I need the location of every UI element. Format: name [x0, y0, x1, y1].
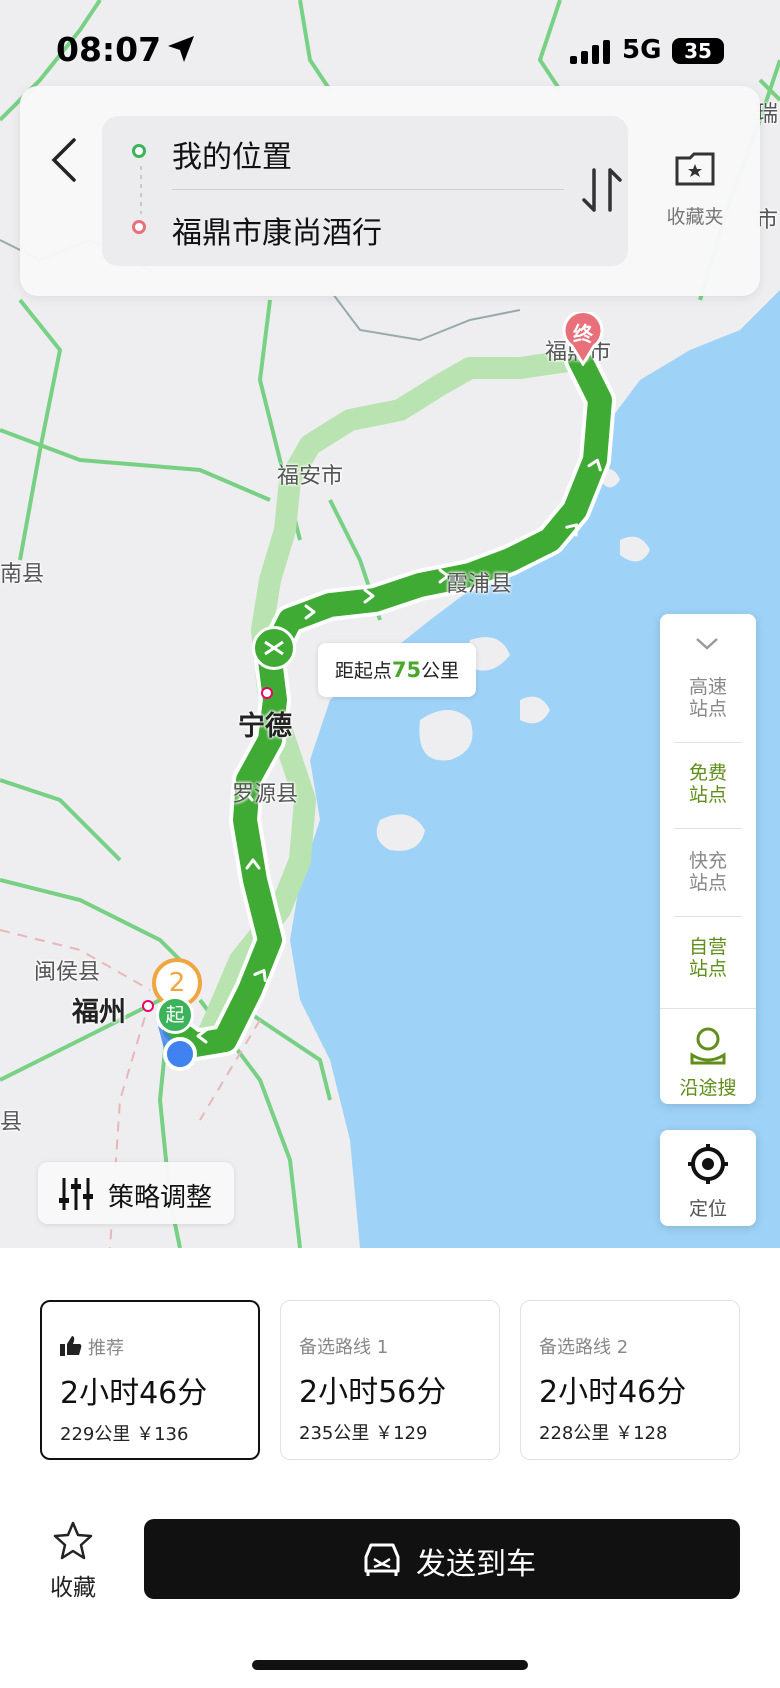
origin-field[interactable]: 我的位置: [102, 116, 628, 186]
home-indicator: [252, 1660, 528, 1670]
route-options-sheet: 推荐 2小时46分 229公里 ￥136 备选路线 1 2小时56分 235公里…: [0, 1248, 780, 1688]
divider: [172, 189, 564, 190]
collapse-chevron-icon[interactable]: [694, 636, 720, 652]
swap-icon[interactable]: [578, 162, 626, 218]
folder-star-icon: [675, 152, 715, 186]
collect-label: 收藏: [50, 1575, 96, 1601]
distance-unit: 公里: [421, 660, 460, 682]
status-time: 08:07: [56, 30, 162, 69]
location-arrow-icon: [168, 36, 194, 62]
route-tag: 推荐: [88, 1338, 124, 1359]
search-along-icon: [690, 1027, 726, 1065]
back-icon[interactable]: [44, 130, 84, 190]
car-icon: [364, 1543, 400, 1576]
strategy-adjust-button[interactable]: 策略调整: [38, 1162, 234, 1224]
distance-value: 75: [391, 658, 422, 682]
route-option-alt-2[interactable]: 备选路线 2 2小时46分 228公里 ￥128: [520, 1300, 740, 1460]
origin-dot-icon: [132, 144, 146, 158]
network-type: 5G: [622, 35, 662, 65]
search-along-route-button[interactable]: 沿途搜: [660, 1008, 756, 1104]
star-icon: [53, 1521, 93, 1560]
battery-icon: 35: [672, 38, 724, 64]
map-label-minhou: 闽侯县: [34, 960, 101, 985]
poi-filter-panel: 高速 站点 免费 站点 快充 站点 自营 站点 沿途搜: [660, 614, 756, 1104]
route-fields: 我的位置 福鼎市康尚酒行: [102, 116, 628, 266]
distance-prefix: 距起点: [334, 660, 392, 682]
crosshair-icon: [688, 1144, 728, 1184]
route-option-alt-1[interactable]: 备选路线 1 2小时56分 235公里 ￥129: [280, 1300, 500, 1460]
signal-icon: [570, 40, 610, 64]
map-label-fuan: 福安市: [277, 464, 344, 489]
collect-button[interactable]: 收藏: [40, 1518, 106, 1601]
destination-dot-icon: [132, 220, 146, 234]
status-bar: 08:07 5G 35: [0, 0, 780, 80]
locate-label: 定位: [688, 1198, 727, 1220]
sliders-icon: [59, 1178, 93, 1210]
route-search-card: 我的位置 福鼎市康尚酒行 收藏夹: [20, 86, 760, 296]
filter-self-operated-stations[interactable]: 自营 站点: [674, 936, 742, 980]
current-location-icon: [158, 1026, 197, 1071]
route-tag: 备选路线 2: [539, 1337, 629, 1358]
map-label-xiapu: 霞浦县: [446, 572, 513, 597]
route-meta: 235公里 ￥129: [299, 1423, 428, 1444]
divider: [674, 828, 742, 829]
divider: [674, 916, 742, 917]
map-label-fuzhou: 福州: [72, 997, 126, 1028]
origin-text: 我的位置: [172, 140, 292, 175]
route-duration: 2小时46分: [539, 1375, 687, 1410]
send-to-car-label: 发送到车: [416, 1547, 536, 1582]
end-marker-label: 终: [573, 322, 593, 346]
distance-bubble: 距起点75公里: [318, 643, 476, 697]
destination-field[interactable]: 福鼎市康尚酒行: [102, 192, 628, 262]
route-option-recommended[interactable]: 推荐 2小时46分 229公里 ￥136: [40, 1300, 260, 1460]
map-label-ningde: 宁德: [238, 711, 292, 742]
filter-highway-stations[interactable]: 高速 站点: [674, 676, 742, 720]
route-duration: 2小时46分: [60, 1376, 208, 1411]
strategy-label: 策略调整: [108, 1183, 213, 1213]
locate-button[interactable]: 定位: [660, 1130, 756, 1226]
route-tag: 备选路线 1: [299, 1337, 389, 1358]
map-label-county-edge: 县: [0, 1110, 23, 1135]
map-label-nan-county: 南县: [0, 562, 45, 587]
route-duration: 2小时56分: [299, 1375, 447, 1410]
favorites-label: 收藏夹: [666, 206, 724, 228]
filter-fast-charge-stations[interactable]: 快充 站点: [674, 850, 742, 894]
charging-station-icon[interactable]: [252, 626, 296, 670]
search-along-label: 沿途搜: [679, 1077, 737, 1099]
map-label-luoyuan: 罗源县: [232, 782, 299, 807]
divider: [674, 742, 742, 743]
route-meta: 229公里 ￥136: [60, 1424, 189, 1445]
filter-free-stations[interactable]: 免费 站点: [674, 762, 742, 806]
route-meta: 228公里 ￥128: [539, 1423, 668, 1444]
destination-text: 福鼎市康尚酒行: [172, 216, 382, 251]
send-to-car-button[interactable]: 发送到车: [144, 1519, 740, 1599]
thumbs-up-icon: [60, 1336, 82, 1356]
